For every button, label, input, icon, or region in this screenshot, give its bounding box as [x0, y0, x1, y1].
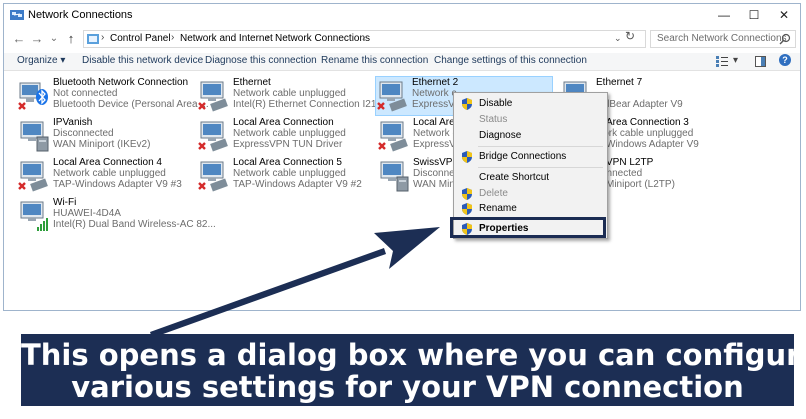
view-menu-icon[interactable]: ▾ [733, 55, 738, 66]
breadcrumb-network-connections[interactable]: Network Connections [275, 33, 370, 44]
forward-arrow-icon[interactable]: → [29, 31, 45, 47]
caption-banner: This opens a dialog box where you can co… [21, 334, 806, 406]
vpn-connection-icon [20, 121, 49, 152]
properties-highlight-frame [450, 217, 606, 238]
window-title: Network Connections [28, 9, 133, 21]
connection-name: Local Area Connection 5 [233, 157, 342, 168]
recent-locations-icon[interactable]: ⌄ [46, 31, 62, 47]
refresh-icon[interactable]: ↻ [625, 29, 635, 43]
connection-name: Local Area Connection [233, 117, 334, 128]
menu-item-bridge-connections[interactable]: Bridge Connections [456, 148, 605, 166]
menu-separator [478, 146, 603, 147]
connection-ipvanish[interactable]: IPVanish Disconnected WAN Miniport (IKEv… [17, 117, 207, 155]
connection-local-area[interactable]: Local Area Connection Network cable unpl… [197, 117, 387, 155]
vpn-connection-icon [380, 161, 409, 192]
close-button[interactable]: ✕ [769, 4, 799, 27]
connection-name: Ethernet 7 [596, 77, 643, 88]
network-folder-icon [10, 10, 24, 20]
organize-button[interactable]: Organize ▾ [17, 55, 65, 66]
ethernet-adapter-icon [198, 121, 228, 152]
connection-status: Network c [412, 88, 457, 99]
connection-device: nelBear Adapter V9 [596, 99, 683, 110]
disable-device-button[interactable]: Disable this network device [82, 55, 203, 66]
uac-shield-icon [462, 203, 472, 215]
back-arrow-icon[interactable]: ← [11, 31, 27, 47]
connection-wifi[interactable]: Wi-Fi HUAWEI-4D4A Intel(R) Dual Band Wir… [17, 197, 216, 235]
connection-device: TAP-Windows Adapter V9 #2 [233, 179, 362, 190]
command-bar: Organize ▾ Disable this network device D… [4, 53, 800, 71]
uac-shield-icon [462, 98, 472, 110]
wifi-adapter-icon [20, 201, 48, 231]
breadcrumb-separator: › [362, 32, 366, 43]
connection-name: Wi-Fi [53, 197, 77, 208]
diagnose-button[interactable]: Diagnose this connection [205, 55, 317, 66]
connection-device: WAN Miniport (IKEv2) [53, 139, 151, 150]
connection-device: Intel(R) Ethernet Connection I219... [233, 99, 391, 110]
connection-device: P-Windows Adapter V9 [596, 139, 699, 150]
caption-line-2: various settings for your VPN connection [71, 370, 744, 404]
network-connections-window: Network Connections — ☐ ✕ ← → ⌄ ↑ › Cont… [3, 3, 801, 311]
ethernet-adapter-icon [198, 81, 228, 112]
connection-name: Bluetooth Network Connection [53, 77, 189, 88]
caption-line-1: This opens a dialog box where you can co… [21, 338, 806, 372]
ethernet-adapter-icon [377, 81, 407, 112]
ethernet-adapter-icon [378, 121, 408, 152]
connection-device: ExpressVPN TUN Driver [233, 139, 343, 150]
connection-status: Disconnected [53, 128, 114, 139]
change-settings-button[interactable]: Change settings of this connection [434, 55, 587, 66]
connection-status: Network cable unplugged [233, 128, 346, 139]
connection-device: Intel(R) Dual Band Wireless-AC 82... [53, 219, 216, 230]
menu-item-diagnose[interactable]: Diagnose [456, 127, 605, 145]
connection-name: Local Are [413, 117, 455, 128]
connection-status: Not connected [53, 88, 118, 99]
connection-ethernet[interactable]: Ethernet Network cable unplugged Intel(R… [197, 77, 391, 115]
breadcrumb-separator: › [101, 32, 105, 43]
search-input[interactable]: Search Network Connections [650, 30, 796, 48]
title-bar[interactable]: Network Connections — ☐ ✕ [4, 4, 800, 27]
preview-pane-icon[interactable] [755, 56, 766, 67]
bluetooth-adapter-icon [18, 82, 48, 110]
address-dropdown-icon[interactable]: ⌄ [614, 33, 622, 44]
connection-device: Bluetooth Device (Personal Area ... [53, 99, 209, 110]
connection-status: Network cable unplugged [233, 168, 346, 179]
connection-status: HUAWEI-4D4A [53, 208, 121, 219]
control-panel-icon [87, 34, 99, 44]
maximize-button[interactable]: ☐ [739, 4, 769, 27]
uac-shield-icon [462, 151, 472, 163]
connection-name: Local Area Connection 4 [53, 157, 162, 168]
connection-status: work cable unplugged [596, 128, 694, 139]
connection-status: Network c [413, 128, 458, 139]
minimize-button[interactable]: — [709, 4, 739, 27]
menu-item-rename[interactable]: Rename [456, 200, 605, 218]
address-box[interactable]: › Control Panel › Network and Internet ›… [83, 30, 646, 48]
breadcrumb-network-and-internet[interactable]: Network and Internet [180, 33, 273, 44]
up-arrow-icon[interactable]: ↑ [63, 31, 79, 47]
connection-name: Ethernet 2 [412, 77, 459, 88]
connection-bluetooth[interactable]: Bluetooth Network Connection Not connect… [17, 77, 209, 115]
connection-name: al Area Connection 3 [596, 117, 689, 128]
connection-status: Network cable unplugged [233, 88, 346, 99]
breadcrumb-separator: › [266, 32, 270, 43]
view-options-icon[interactable] [716, 56, 728, 67]
connection-name: Ethernet [233, 77, 271, 88]
ethernet-adapter-icon [198, 161, 228, 192]
rename-button[interactable]: Rename this connection [321, 55, 428, 66]
search-placeholder: Search Network Connections [657, 33, 787, 44]
address-bar: ← → ⌄ ↑ › Control Panel › Network and In… [4, 28, 800, 50]
connection-status: Network cable unplugged [53, 168, 166, 179]
connection-local-area-4[interactable]: Local Area Connection 4 Network cable un… [17, 157, 207, 195]
ethernet-adapter-icon [18, 161, 48, 192]
uac-shield-icon [462, 188, 472, 200]
connection-local-area-5[interactable]: Local Area Connection 5 Network cable un… [197, 157, 387, 195]
connection-device: TAP-Windows Adapter V9 #3 [53, 179, 182, 190]
menu-separator [478, 167, 603, 168]
search-icon[interactable] [779, 33, 791, 45]
connection-name: IPVanish [53, 117, 93, 128]
breadcrumb-control-panel[interactable]: Control Panel [110, 33, 171, 44]
breadcrumb-separator: › [171, 32, 175, 43]
help-icon[interactable]: ? [779, 54, 791, 66]
